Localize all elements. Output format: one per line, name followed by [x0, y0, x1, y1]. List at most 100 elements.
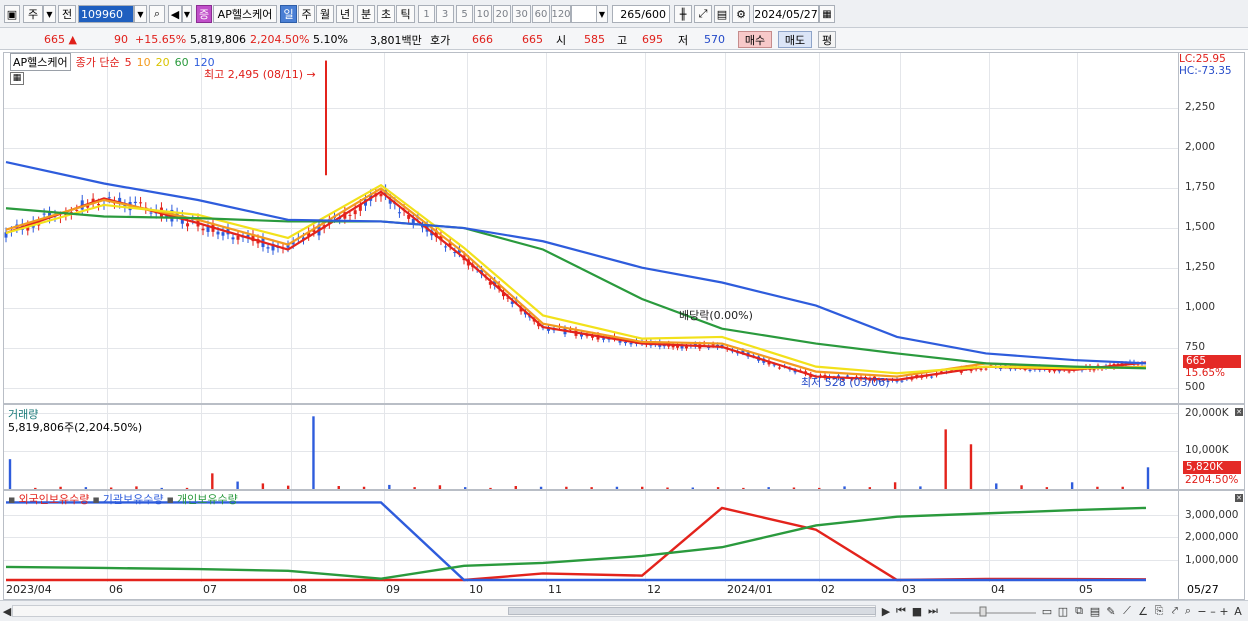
volume-bar: [565, 486, 568, 489]
legend-ma60[interactable]: 60: [175, 56, 189, 69]
candle-body: [684, 346, 688, 349]
interval-60-label: 60: [534, 8, 548, 20]
close-icon[interactable]: ✕: [1235, 408, 1243, 416]
legend-ma10[interactable]: 10: [137, 56, 151, 69]
holdings-panel[interactable]: ▪ 외국인보유수량 ▪ 기관보유수량 ▪ 개인보유수량: [3, 490, 1179, 582]
interval-5-button[interactable]: 5: [456, 5, 473, 23]
zoom-slider[interactable]: [948, 604, 1038, 618]
volume-bar: [691, 487, 694, 489]
date-input[interactable]: 2024/05/27: [753, 5, 819, 23]
market-type-select[interactable]: 주: [23, 5, 43, 23]
font-size-icon[interactable]: A: [1232, 604, 1244, 618]
scroll-right-icon[interactable]: ▶: [880, 604, 892, 618]
volume-bar: [211, 473, 214, 489]
interval-1-button[interactable]: 1: [418, 5, 435, 23]
interval-60-button[interactable]: 60: [532, 5, 550, 23]
period-minute-tab[interactable]: 분: [357, 5, 375, 23]
angle-icon[interactable]: ∠: [1136, 604, 1150, 618]
code-dropdown-icon[interactable]: ▼: [134, 5, 147, 23]
eval-button[interactable]: 평: [818, 31, 836, 48]
period-week-tab[interactable]: 주: [298, 5, 315, 23]
window-tile-icon[interactable]: ⧉: [1072, 604, 1086, 618]
sell-button[interactable]: 매도: [778, 31, 812, 48]
stock-name-field[interactable]: AP헬스케어: [213, 5, 277, 23]
chart-scrollbar[interactable]: ◀ ▶ ⏮ ■ ⏭ ▭ ◫ ⧉ ▤ ✎ ⟋ ∠ ⎘ ⤤ ⌕ − – + A: [0, 600, 1248, 621]
price-chart-panel[interactable]: AP헬스케어 종가 단순 5 10 20 60 120 ▦ 최고 2,495 (…: [3, 52, 1179, 404]
y-tick: 750: [1185, 341, 1206, 353]
stop-icon[interactable]: ■: [910, 604, 924, 618]
candle-body: [201, 228, 205, 231]
window-icon[interactable]: ▣: [4, 5, 20, 23]
volume-bar: [1020, 485, 1023, 489]
volume-bar: [438, 485, 442, 489]
interval-120-button[interactable]: 120: [551, 5, 571, 23]
legend-ma5[interactable]: 5: [125, 56, 132, 69]
volume-bar: [514, 486, 517, 489]
open-price: 585: [584, 33, 605, 46]
save-icon[interactable]: ▤: [714, 5, 730, 23]
volume-panel[interactable]: 거래량 5,819,806주(2,204.50%): [3, 404, 1179, 490]
search-icon[interactable]: ⌕: [1182, 604, 1194, 618]
copy-icon[interactable]: ⎘: [1152, 604, 1166, 618]
turnover-rate: 5.10%: [313, 33, 348, 46]
scroll-track[interactable]: [12, 605, 876, 617]
period-second-tab[interactable]: 초: [377, 5, 395, 23]
scroll-left-icon[interactable]: ◀: [2, 604, 12, 618]
speaker-dropdown-icon[interactable]: ▼: [182, 5, 192, 23]
trend-icon[interactable]: ⤤: [1168, 604, 1182, 618]
interval-3-button[interactable]: 3: [436, 5, 454, 23]
stock-name: AP헬스케어: [217, 8, 273, 21]
prev-button[interactable]: 전: [58, 5, 76, 23]
zoom-in-icon[interactable]: +: [1218, 604, 1230, 618]
trend-tool-icon[interactable]: ⤢: [694, 5, 712, 23]
legend-institution[interactable]: 기관보유수량: [103, 491, 164, 507]
legend-foreign[interactable]: 외국인보유수량: [18, 491, 89, 507]
gear-icon[interactable]: ⚙: [732, 5, 750, 23]
volume-tag: 5,820K: [1183, 461, 1241, 474]
layout-icon[interactable]: ▭: [1040, 604, 1054, 618]
calendar-icon[interactable]: ▦: [819, 5, 835, 23]
candle-icon[interactable]: ╫: [674, 5, 692, 23]
close-icon[interactable]: ✕: [1235, 494, 1243, 502]
volume-bar: [261, 483, 265, 489]
price-legend: AP헬스케어 종가 단순 5 10 20 60 120: [10, 53, 215, 71]
volume-bar: [818, 487, 821, 489]
interval-20-button[interactable]: 20: [493, 5, 511, 23]
split-icon[interactable]: ◫: [1056, 604, 1070, 618]
trading-amount: 3,801백만: [370, 33, 422, 47]
period-month-tab[interactable]: 월: [316, 5, 334, 23]
speaker-icon[interactable]: ◀: [168, 5, 182, 23]
candle-body: [984, 368, 988, 370]
market-type-dropdown-icon[interactable]: ▼: [43, 5, 56, 23]
search-icon[interactable]: ⌕: [149, 5, 165, 23]
count-field[interactable]: 265/600: [612, 5, 670, 23]
volume-bar: [590, 487, 593, 489]
table-icon[interactable]: ▦: [10, 72, 24, 85]
period-second-label: 초: [380, 8, 392, 21]
draw-icon[interactable]: ✎: [1104, 604, 1118, 618]
chart-icon[interactable]: ▤: [1088, 604, 1102, 618]
hc-label: HC:-73.35: [1179, 65, 1232, 77]
current-price: 665 ▲: [44, 31, 77, 48]
volume-bar: [185, 487, 189, 489]
interval-30-button[interactable]: 30: [512, 5, 531, 23]
interval-dropdown-icon[interactable]: ▼: [596, 5, 608, 23]
legend-ma20[interactable]: 20: [156, 56, 170, 69]
period-year-tab[interactable]: 년: [336, 5, 354, 23]
legend-individual[interactable]: 개인보유수량: [177, 491, 238, 507]
zoom-out-icon[interactable]: −: [1196, 604, 1208, 618]
period-tick-tab[interactable]: 틱: [396, 5, 415, 23]
high-annotation: 최고 2,495 (08/11) →: [204, 66, 316, 82]
candle-body: [236, 235, 240, 240]
stock-code-input[interactable]: 109960: [78, 5, 134, 23]
period-day-tab[interactable]: 일: [280, 5, 297, 23]
measure-icon[interactable]: ⟋: [1120, 604, 1134, 618]
interval-10-button[interactable]: 10: [474, 5, 492, 23]
fast-forward-icon[interactable]: ⏭: [926, 604, 940, 618]
legend-stock-name[interactable]: AP헬스케어: [10, 53, 71, 71]
buy-button[interactable]: 매수: [738, 31, 772, 48]
rewind-icon[interactable]: ⏮: [894, 604, 908, 618]
scroll-thumb[interactable]: [508, 607, 876, 615]
arrow-right-icon: →: [306, 68, 316, 81]
legend-indicator[interactable]: 종가 단순: [76, 54, 120, 70]
